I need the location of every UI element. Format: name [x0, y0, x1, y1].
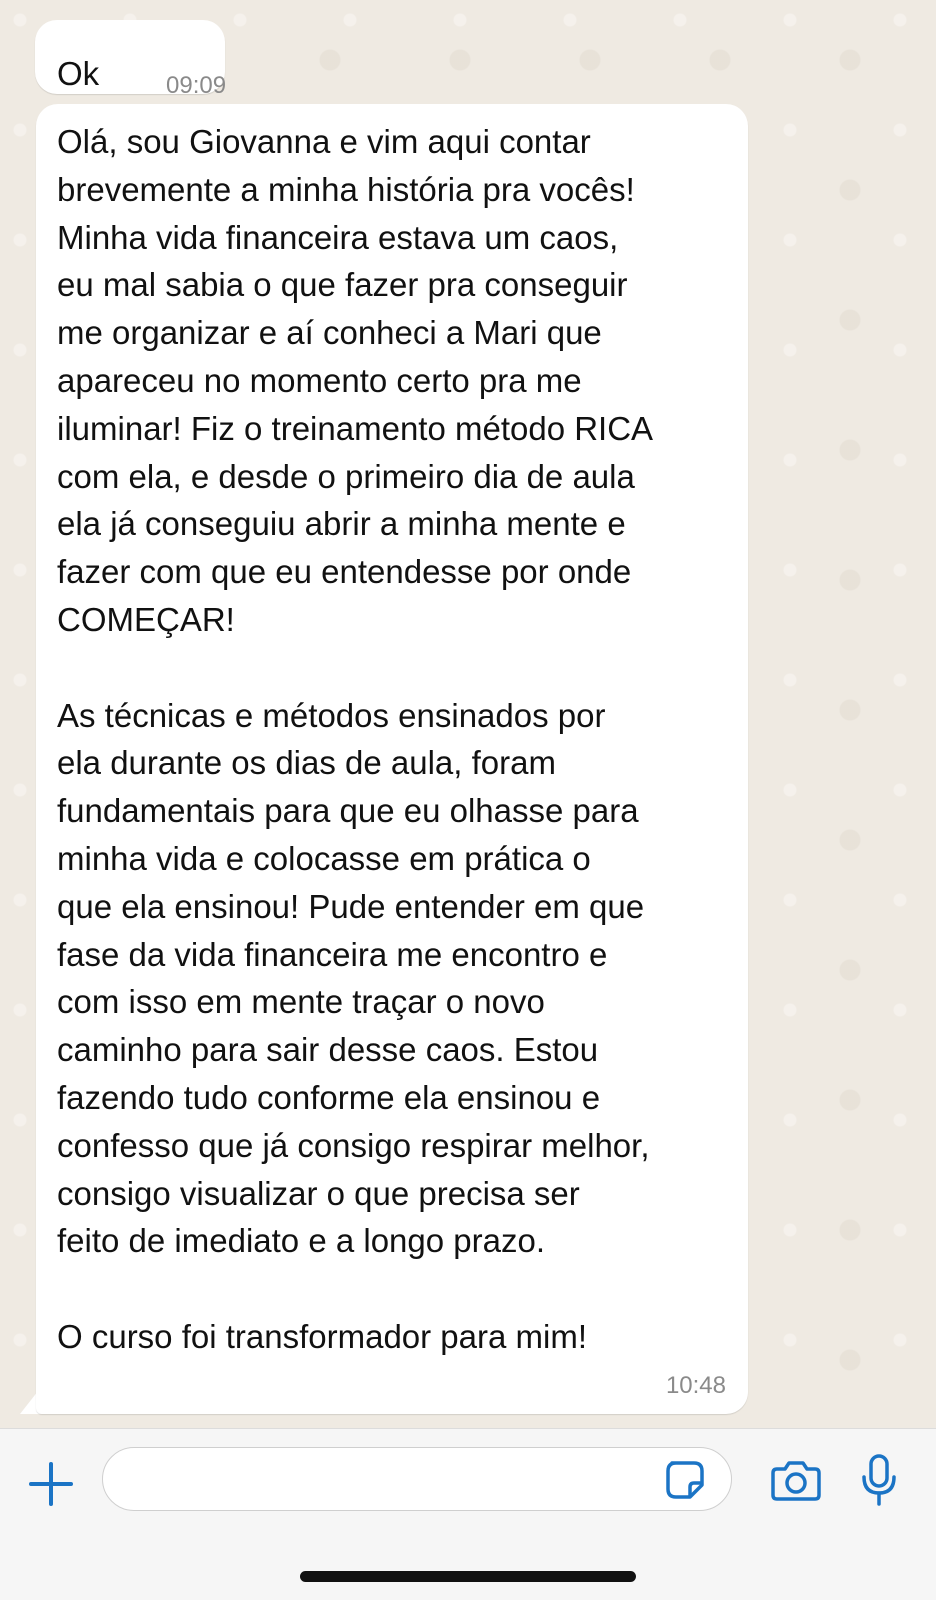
message-text: Olá, sou Giovanna e vim aqui contar brev… — [57, 123, 654, 1355]
message-text: Ok — [57, 55, 100, 92]
chat-background: Ok 09:09 Olá, sou Giovanna e vim aqui co… — [0, 0, 936, 1428]
camera-button[interactable] — [768, 1455, 824, 1505]
plus-icon — [29, 1462, 73, 1506]
message-input[interactable] — [102, 1447, 732, 1511]
add-attachment-button[interactable] — [24, 1457, 78, 1511]
camera-icon — [771, 1461, 821, 1501]
message-bubble[interactable]: Olá, sou Giovanna e vim aqui contar brev… — [36, 104, 748, 1414]
microphone-button[interactable] — [856, 1451, 902, 1509]
sticker-button[interactable] — [660, 1455, 710, 1505]
message-timestamp: 10:48 — [665, 1372, 726, 1399]
sticker-icon — [666, 1461, 704, 1499]
home-indicator[interactable] — [300, 1571, 636, 1582]
message-bubble[interactable]: Ok 09:09 — [35, 20, 226, 99]
microphone-icon — [862, 1454, 896, 1506]
message-timestamp: 09:09 — [166, 72, 227, 99]
